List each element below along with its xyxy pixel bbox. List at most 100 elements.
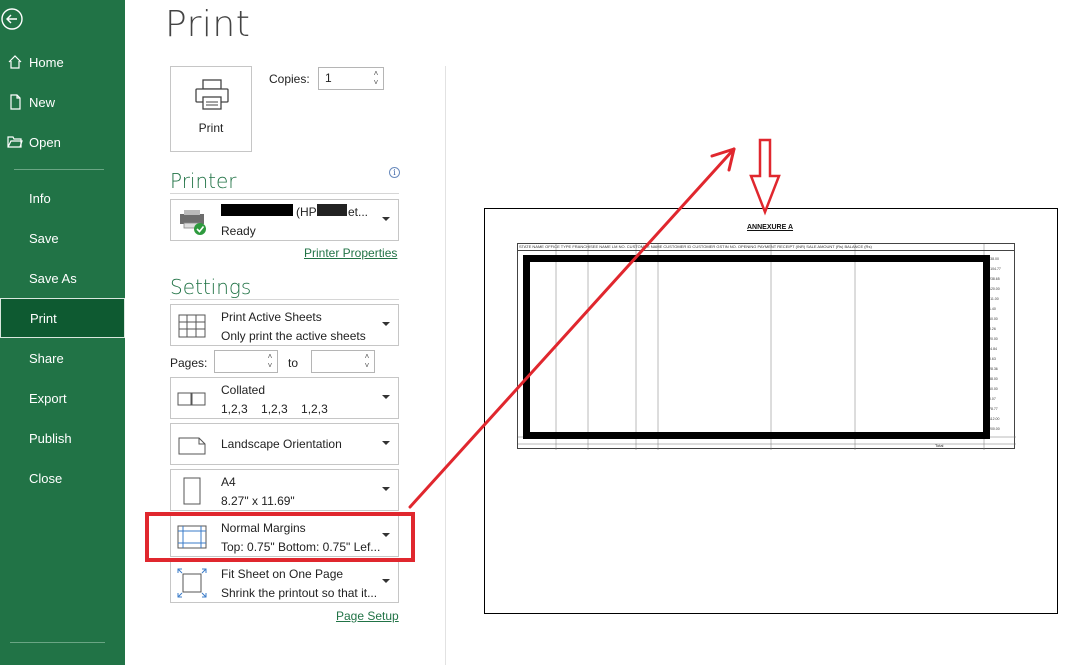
svg-text:1.40: 1.40 xyxy=(989,307,996,311)
print-button[interactable]: Print xyxy=(170,66,252,152)
printer-section-rule xyxy=(170,193,399,194)
backstage-sidebar: Home New Open Info Save Save As Print Sh… xyxy=(0,0,125,665)
svg-text:20.00: 20.00 xyxy=(989,337,998,341)
nav-home[interactable]: Home xyxy=(0,42,125,82)
printer-properties-link[interactable]: Printer Properties xyxy=(304,246,397,260)
back-button[interactable] xyxy=(0,6,26,32)
printer-dropdown[interactable]: (HP et... Ready xyxy=(170,199,399,241)
nav-bottom-separator xyxy=(10,642,105,643)
settings-section-title: Settings xyxy=(170,275,252,299)
paper-page-icon xyxy=(183,477,201,505)
printer-name-suffix: (HP xyxy=(296,205,317,219)
printer-section-title: Printer xyxy=(170,169,237,193)
pages-to-spinner[interactable]: ˄ ˅ xyxy=(362,352,372,371)
fit-sheet-icon xyxy=(177,568,207,598)
collation-subtitle: 1,2,3 1,2,3 1,2,3 xyxy=(221,402,328,416)
copies-input[interactable]: 1 ˄ ˅ xyxy=(318,67,384,90)
home-icon xyxy=(0,54,29,70)
nav-publish[interactable]: Publish xyxy=(0,418,125,458)
nav-new-label: New xyxy=(29,94,56,110)
collation-title: Collated xyxy=(221,383,266,397)
pages-to-label: to xyxy=(288,356,299,370)
svg-text:0.63: 0.63 xyxy=(989,357,996,361)
nav-info[interactable]: Info xyxy=(0,178,125,218)
printer-icon xyxy=(195,79,229,110)
orientation-dropdown[interactable]: Landscape Orientation xyxy=(170,423,399,465)
svg-text:60.00: 60.00 xyxy=(989,317,998,321)
copies-spinner[interactable]: ˄ ˅ xyxy=(371,69,381,88)
print-what-title: Print Active Sheets xyxy=(221,310,322,324)
nav-separator xyxy=(14,169,104,170)
svg-text:-104.77: -104.77 xyxy=(989,267,1001,271)
chevron-down-icon xyxy=(382,395,390,399)
new-document-icon xyxy=(0,94,29,110)
nav-home-label: Home xyxy=(29,54,64,70)
margins-highlight-annotation xyxy=(145,512,415,562)
nav-save-as-label: Save As xyxy=(29,270,77,286)
preview-sheet-header: STATE NAME OFFICE TYPE FRANCHISEE NAME L… xyxy=(517,243,1015,251)
folder-open-icon xyxy=(0,134,29,150)
landscape-page-icon xyxy=(178,437,206,455)
nav-save-as[interactable]: Save As xyxy=(0,258,125,298)
svg-text:78.77: 78.77 xyxy=(989,407,998,411)
settings-section-rule xyxy=(170,299,399,300)
collated-icon xyxy=(177,392,206,406)
chevron-down-icon xyxy=(382,579,390,583)
nav-close-label: Close xyxy=(29,470,63,486)
back-arrow-icon xyxy=(1,8,23,30)
nav-print-label: Print xyxy=(30,310,57,326)
nav-save[interactable]: Save xyxy=(0,218,125,258)
printer-status-icon xyxy=(180,210,206,235)
svg-text:-38.00: -38.00 xyxy=(989,257,999,261)
svg-text:60.00: 60.00 xyxy=(989,387,998,391)
copies-value: 1 xyxy=(325,71,332,85)
pages-label: Pages: xyxy=(170,356,208,370)
nav-share-label: Share xyxy=(29,350,64,366)
svg-text:112.00: 112.00 xyxy=(989,417,999,421)
collation-dropdown[interactable]: Collated 1,2,3 1,2,3 1,2,3 xyxy=(170,377,399,419)
nav-print[interactable]: Print xyxy=(0,298,125,338)
paper-size-dropdown[interactable]: A4 8.27" x 11.69" xyxy=(170,469,399,511)
preview-total-label: Total xyxy=(935,443,944,448)
nav-open[interactable]: Open xyxy=(0,122,125,162)
annotation-down-arrow xyxy=(749,138,781,216)
pages-to-input[interactable]: ˄ ˅ xyxy=(311,350,375,373)
printer-name-tail: et... xyxy=(348,205,369,219)
svg-text:38.00: 38.00 xyxy=(989,377,998,381)
pane-divider xyxy=(445,66,446,665)
nav-save-label: Save xyxy=(29,230,59,246)
chevron-down-icon xyxy=(382,487,390,491)
copies-label: Copies: xyxy=(269,72,310,86)
scaling-dropdown[interactable]: Fit Sheet on One Page Shrink the printou… xyxy=(170,561,399,603)
chevron-down-icon xyxy=(382,322,390,326)
nav-close[interactable]: Close xyxy=(0,458,125,498)
chevron-down-icon xyxy=(382,217,390,221)
info-icon[interactable]: i xyxy=(389,167,400,178)
svg-text:-11.00: -11.00 xyxy=(989,297,999,301)
pages-from-spinner[interactable]: ˄ ˅ xyxy=(265,352,275,371)
svg-text:0.07: 0.07 xyxy=(989,397,996,401)
paper-size-subtitle: 8.27" x 11.69" xyxy=(221,494,295,508)
preview-annex-title: ANNEXURE A xyxy=(747,224,794,231)
nav-export-label: Export xyxy=(29,390,67,406)
print-what-dropdown[interactable]: Print Active Sheets Only print the activ… xyxy=(170,304,399,346)
redacted-printer-model xyxy=(317,204,347,216)
page-setup-link[interactable]: Page Setup xyxy=(336,609,399,623)
page-title: Print xyxy=(165,4,251,45)
scaling-subtitle: Shrink the printout so that it... xyxy=(221,586,378,600)
nav-list: Info Save Save As Print Share Export Pub… xyxy=(0,178,125,498)
nav-new[interactable]: New xyxy=(0,82,125,122)
nav-share[interactable]: Share xyxy=(0,338,125,378)
svg-text:120.00: 120.00 xyxy=(989,287,1000,291)
nav-info-label: Info xyxy=(29,190,51,206)
paper-size-title: A4 xyxy=(221,475,236,489)
excel-backstage-print: Home New Open Info Save Save As Print Sh… xyxy=(0,0,1087,665)
printer-status: Ready xyxy=(221,224,256,238)
scaling-title: Fit Sheet on One Page xyxy=(221,567,344,581)
preview-thick-frame xyxy=(523,255,990,439)
svg-text:-4.84: -4.84 xyxy=(989,347,997,351)
pages-from-input[interactable]: ˄ ˅ xyxy=(214,350,278,373)
orientation-title: Landscape Orientation xyxy=(221,437,342,451)
nav-export[interactable]: Export xyxy=(0,378,125,418)
print-button-label: Print xyxy=(198,121,224,135)
